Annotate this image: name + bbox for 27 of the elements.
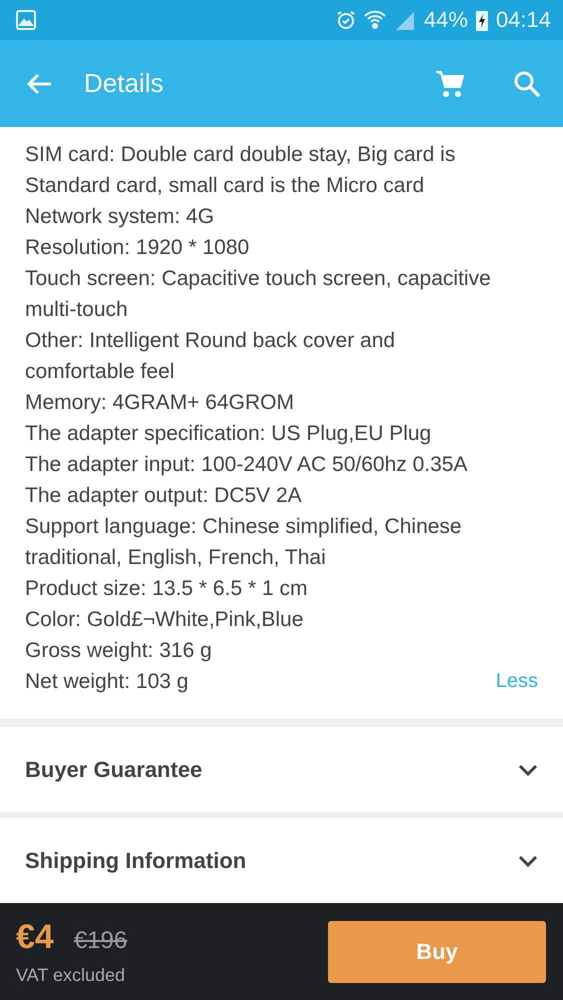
- signal-icon: [394, 10, 416, 30]
- spec-line: SIM card: Double card double stay, Big card is Standard card, small card is the Micro card: [25, 142, 456, 199]
- section-title: Shipping Information: [25, 848, 246, 874]
- original-price: €196: [74, 926, 128, 954]
- spec-line: Gross weight: 316 g: [25, 638, 212, 664]
- alarm-icon: [336, 10, 356, 30]
- spec-line: The adapter input: 100-240V AC 50/60hz 0.35A: [25, 452, 468, 478]
- spec-line: The adapter specification: US Plug,EU Plug: [25, 421, 432, 447]
- battery-charging-icon: [476, 9, 488, 31]
- spec-line: Resolution: 1920 * 1080: [25, 235, 250, 261]
- image-icon: [16, 10, 36, 30]
- price: €4: [16, 918, 54, 956]
- section-title: Buyer Guarantee: [25, 756, 202, 782]
- spec-line: Memory: 4GRAM+ 64GROM: [25, 390, 294, 416]
- battery-percentage: 44%: [424, 7, 468, 33]
- spec-line: Color: Gold£¬White,Pink,Blue: [25, 607, 304, 633]
- wifi-icon: [364, 10, 386, 30]
- vat-note: VAT excluded: [16, 964, 126, 986]
- spec-line: Touch screen: Capacitive touch screen, capacitive multi-touch: [25, 266, 492, 323]
- spec-line: Product size: 13.5 * 6.5 * 1 cm: [25, 576, 308, 602]
- spec-line: The adapter output: DC5V 2A: [25, 483, 302, 509]
- spec-line: Network system: 4G: [25, 204, 214, 230]
- spec-line: Other: Intelligent Round back cover and comfortable feel: [25, 328, 396, 385]
- spec-line: Net weight: 103 g: [25, 669, 188, 695]
- spec-line: Support language: Chinese simplified, Chinese traditional, English, French, Thai: [25, 514, 463, 571]
- clock-time: 04:14: [496, 7, 551, 33]
- screen-title: Details: [84, 68, 164, 99]
